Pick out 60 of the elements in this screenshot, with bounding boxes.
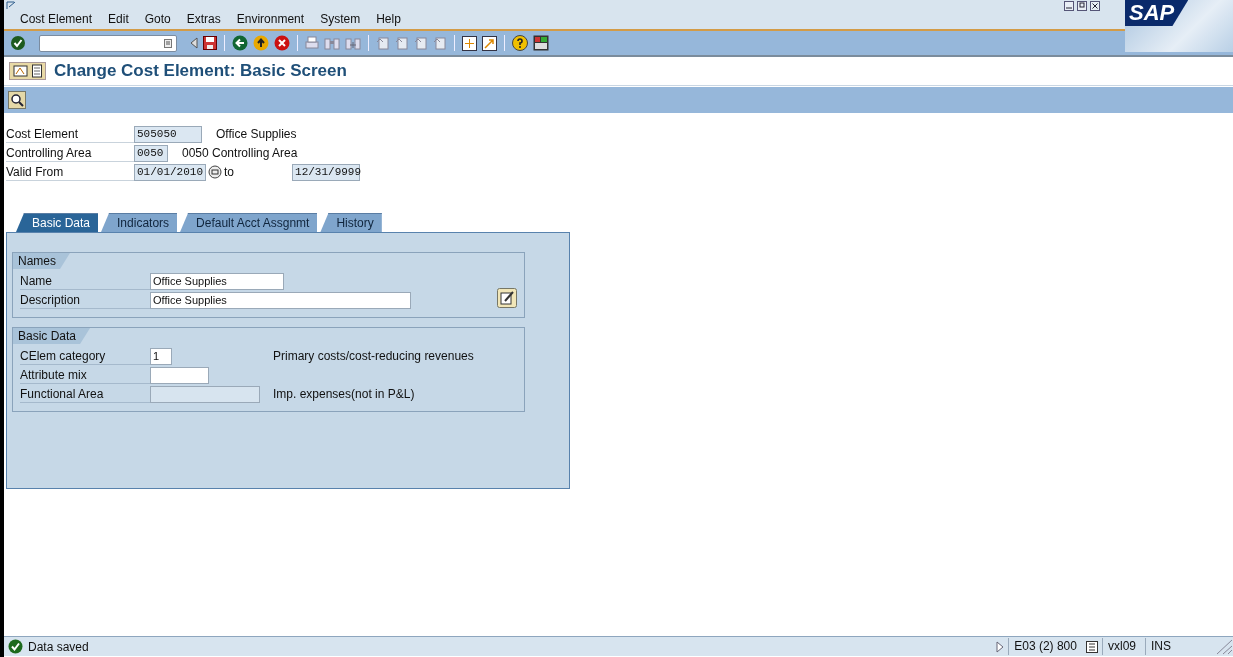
back-icon[interactable] <box>232 35 248 51</box>
resize-grip-icon[interactable] <box>1215 638 1233 655</box>
cancel-icon[interactable] <box>274 35 290 51</box>
print-icon[interactable] <box>305 36 319 50</box>
server-name: vxl09 <box>1101 638 1141 655</box>
close-icon[interactable] <box>1090 1 1100 11</box>
field-description: Imp. expenses(not in P&L) <box>273 387 415 401</box>
input-field[interactable]: 01/01/2010 <box>134 163 206 181</box>
title-button-group[interactable] <box>9 62 46 80</box>
magnifier-icon[interactable] <box>8 91 26 109</box>
status-message: Data saved <box>28 639 89 654</box>
input-field[interactable]: 505050 <box>134 125 202 143</box>
tab[interactable]: History <box>320 213 382 232</box>
edit-icon[interactable] <box>497 288 517 308</box>
monitor-icon[interactable] <box>533 35 549 51</box>
binoculars-icon[interactable] <box>324 36 340 50</box>
triangle-right-icon[interactable] <box>996 640 1005 653</box>
menu-item[interactable]: Extras <box>186 12 221 26</box>
field-description: Primary costs/cost-reducing revenues <box>273 349 474 363</box>
menu-item[interactable]: Help <box>376 12 401 26</box>
display-change-icon[interactable] <box>13 64 29 78</box>
check-icon[interactable] <box>10 35 26 51</box>
document-icon[interactable] <box>32 64 42 78</box>
menu-item[interactable]: Environment <box>236 12 305 26</box>
save-icon[interactable] <box>203 36 217 50</box>
layout-icon[interactable] <box>462 35 477 51</box>
input-field[interactable]: 0050 <box>134 144 168 162</box>
field-description: Office Supplies <box>216 127 297 141</box>
menu-item[interactable]: Goto <box>144 12 171 26</box>
success-icon <box>8 639 23 654</box>
system-info: E03 (2) 800 <box>1008 638 1082 655</box>
exit-icon[interactable] <box>253 35 269 51</box>
input-mode: INS <box>1145 638 1176 655</box>
binoculars-plus-icon[interactable] <box>345 36 361 50</box>
input-field[interactable]: Office Supplies <box>150 291 411 309</box>
input-field[interactable]: Office Supplies <box>150 272 284 290</box>
restore-icon[interactable] <box>1077 1 1087 11</box>
input-field[interactable]: 12/31/9999 <box>292 163 361 181</box>
field-description: 0050 Controlling Area <box>182 146 298 160</box>
tab[interactable]: Indicators <box>101 213 178 232</box>
group-title: Basic Data <box>13 328 91 344</box>
tab[interactable]: Basic Data <box>16 213 99 232</box>
help-icon[interactable] <box>512 35 528 51</box>
input-field[interactable] <box>150 366 209 384</box>
minimize-icon[interactable] <box>1064 1 1074 11</box>
menu-item[interactable]: System <box>320 12 361 26</box>
group-title: Names <box>13 253 70 269</box>
triangle-left-icon[interactable] <box>190 37 198 49</box>
field-label: to <box>224 165 235 179</box>
menu-item[interactable]: Cost Element <box>20 12 93 26</box>
list-icon[interactable] <box>1085 640 1098 653</box>
sap-logo: SAP <box>1125 0 1189 26</box>
screen-title: Change Cost Element: Basic Screen <box>54 61 347 81</box>
shortcut-icon[interactable] <box>482 35 497 51</box>
dropdown-icon[interactable] <box>164 38 172 48</box>
window-icon[interactable] <box>6 1 18 10</box>
menu-item[interactable]: Edit <box>108 12 129 26</box>
tab[interactable]: Default Acct Assgnmt <box>180 213 318 232</box>
input-field[interactable]: 1 <box>150 347 172 365</box>
command-field[interactable] <box>39 34 177 52</box>
